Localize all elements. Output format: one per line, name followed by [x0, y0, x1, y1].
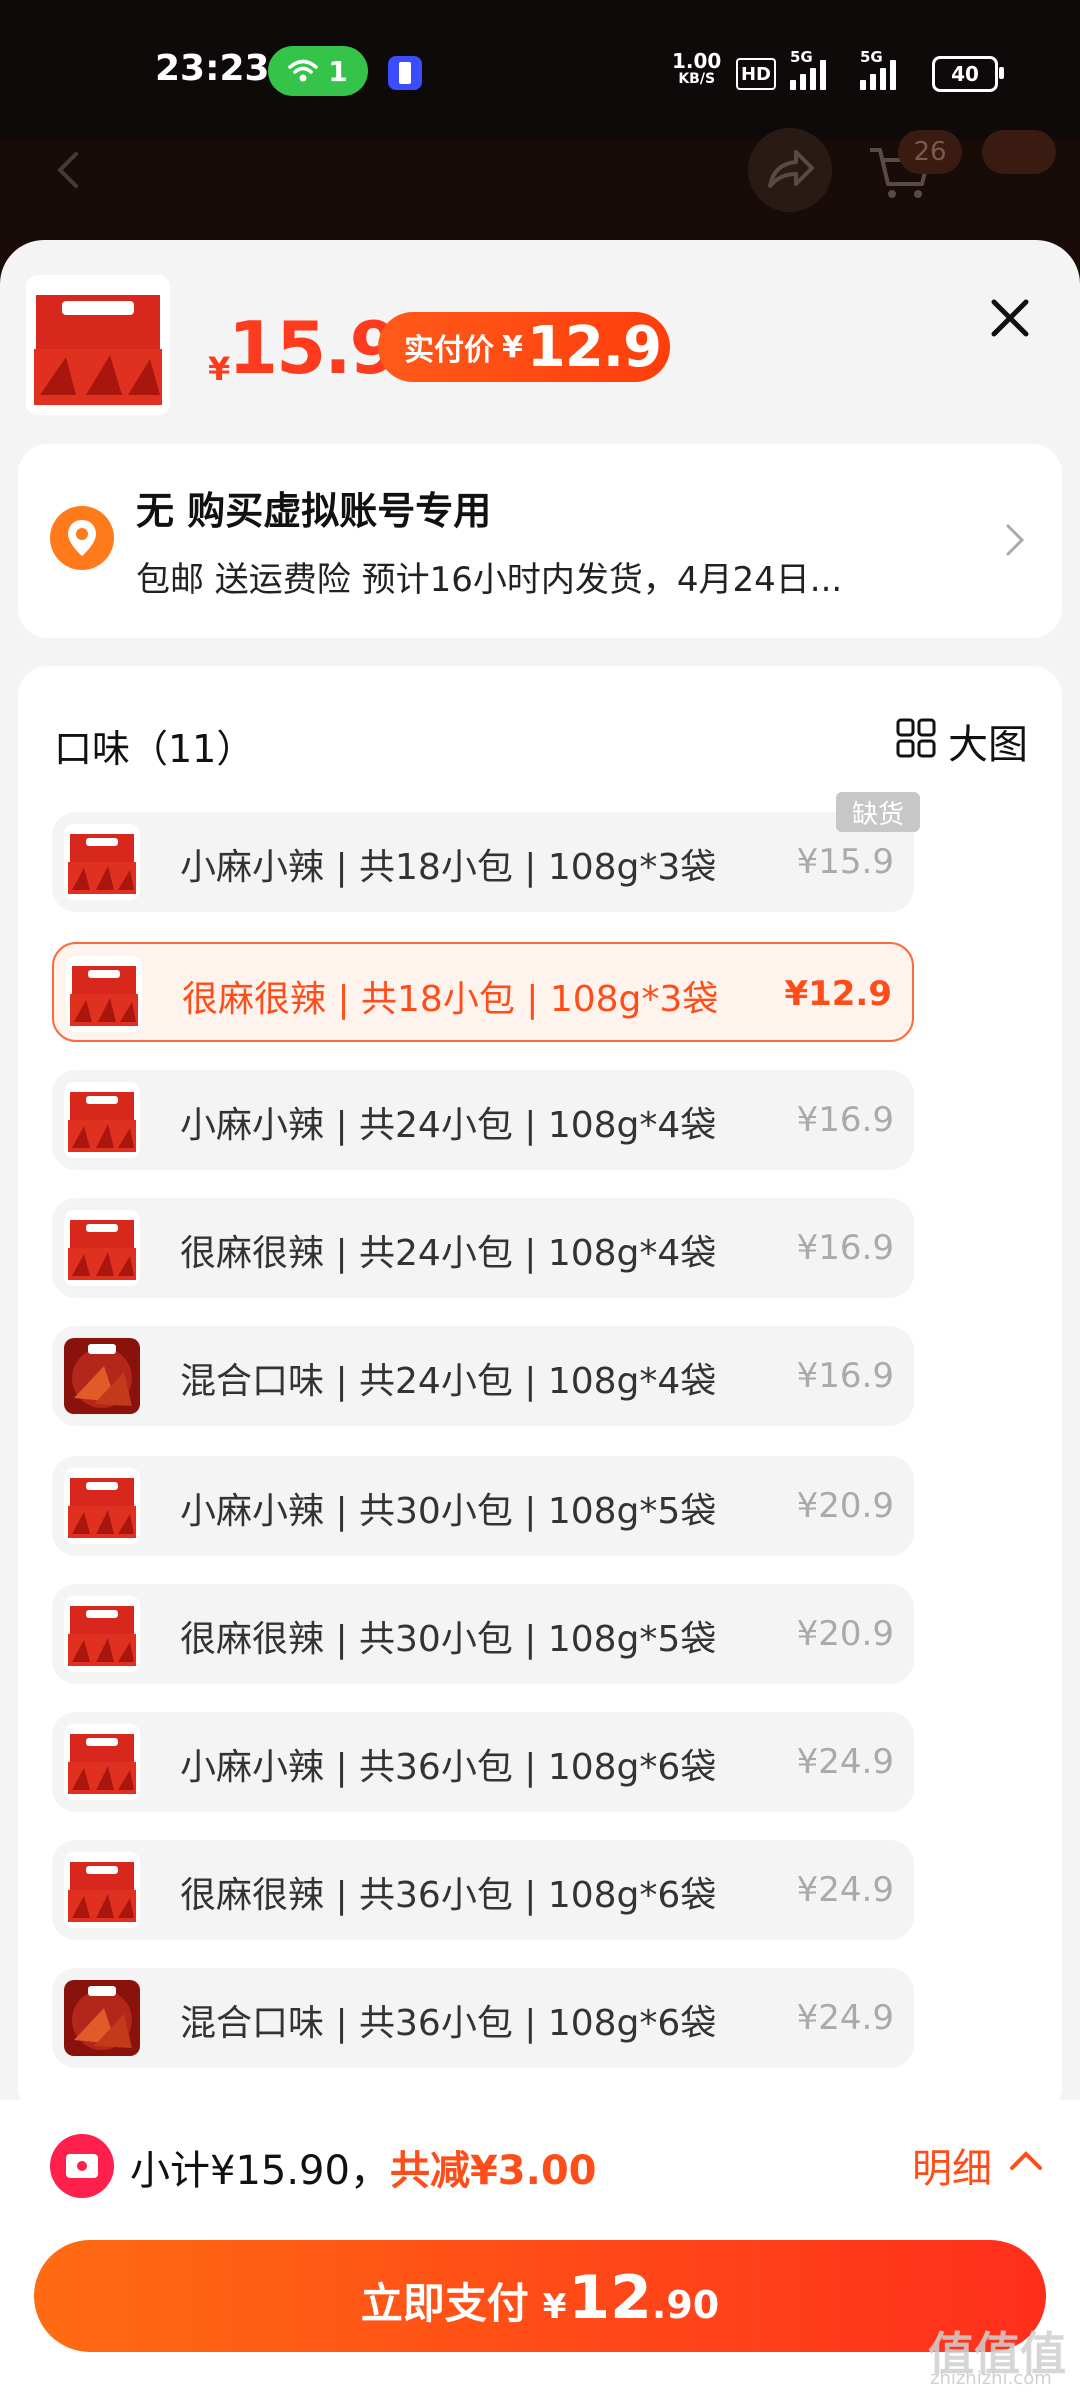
real-price-currency: ¥ — [502, 329, 523, 365]
network-speed: 1.00 KB/S — [672, 49, 722, 88]
option-price: ¥24.9 — [796, 1998, 894, 2038]
close-icon[interactable] — [986, 294, 1034, 342]
battery-icon: 40 — [932, 56, 1004, 92]
product-thumbnail[interactable] — [26, 275, 170, 415]
option-price: ¥16.9 — [796, 1356, 894, 1396]
option-thumbnail — [64, 1082, 140, 1158]
subtotal-amount: 小计¥15.90， — [130, 2148, 390, 2194]
back-arrow-icon[interactable] — [50, 150, 90, 190]
wifi-icon — [288, 59, 318, 82]
flavor-option[interactable]: 小麻小辣 | 共30小包 | 108g*5袋 ¥20.9 — [52, 1456, 914, 1556]
shipping-info: 包邮 送运费险 预计16小时内发货，4月24日... — [136, 560, 843, 600]
pay-label: 立即支付 — [360, 2279, 529, 2328]
out-of-stock-badge: 缺货 — [836, 792, 920, 832]
option-price: ¥16.9 — [796, 1100, 894, 1140]
option-name: 混合口味 | 共24小包 | 108g*4袋 — [180, 1361, 717, 1402]
signal-label-1: 5G — [790, 48, 813, 66]
flavor-option-selected[interactable]: 很麻很辣 | 共18小包 | 108g*3袋 ¥12.9 — [52, 942, 914, 1042]
hd-icon: HD — [736, 58, 776, 90]
option-thumbnail — [64, 1338, 140, 1414]
wifi-count: 1 — [328, 54, 348, 88]
signal-label-2: 5G — [860, 48, 883, 66]
real-price-label: 实付价 — [404, 333, 494, 368]
chevron-up-icon[interactable] — [1006, 2140, 1046, 2180]
coupon-icon — [50, 2134, 114, 2198]
chevron-right-icon[interactable] — [1000, 522, 1030, 558]
real-price-badge: 实付价 ¥ 12.9 — [378, 312, 670, 382]
option-price: ¥24.9 — [796, 1742, 894, 1782]
flavor-header: 口味（11） — [54, 727, 255, 771]
option-price: ¥24.9 — [796, 1870, 894, 1910]
more-icon[interactable] — [982, 130, 1056, 174]
flavor-option[interactable]: 很麻很辣 | 共36小包 | 108g*6袋 ¥24.9 — [52, 1840, 914, 1940]
option-price: ¥12.9 — [784, 974, 892, 1014]
option-price: ¥15.9 — [796, 842, 894, 882]
option-name: 小麻小辣 | 共24小包 | 108g*4袋 — [180, 1105, 717, 1146]
status-bar: 23:23 1 1.00 KB/S HD 5G 5G 40 — [0, 0, 1080, 140]
option-thumbnail — [64, 1980, 140, 2056]
price-currency: ¥ — [208, 350, 231, 388]
option-price: ¥20.9 — [796, 1614, 894, 1654]
flavor-option[interactable]: 小麻小辣 | 共36小包 | 108g*6袋 ¥24.9 — [52, 1712, 914, 1812]
pay-currency: ¥ — [542, 2287, 567, 2327]
option-name: 小麻小辣 | 共36小包 | 108g*6袋 — [180, 1747, 717, 1788]
big-view-toggle[interactable]: 大图 — [948, 712, 1028, 770]
address-title: 无 购买虚拟账号专用 — [136, 489, 492, 533]
option-thumbnail — [64, 1596, 140, 1672]
flavor-option[interactable]: 小麻小辣 | 共18小包 | 108g*3袋 ¥15.9 — [52, 812, 914, 912]
speed-value: 1.00 — [672, 49, 722, 73]
product-price: 15.9 — [228, 306, 400, 390]
detail-toggle[interactable]: 明细 — [912, 2136, 992, 2194]
flavor-option[interactable]: 混合口味 | 共36小包 | 108g*6袋 ¥24.9 — [52, 1968, 914, 2068]
status-time: 23:23 — [155, 48, 270, 89]
discount-amount: 共减¥3.00 — [389, 2148, 597, 2194]
share-icon[interactable] — [748, 128, 832, 212]
option-price: ¥20.9 — [796, 1486, 894, 1526]
option-name: 小麻小辣 | 共30小包 | 108g*5袋 — [180, 1491, 717, 1532]
option-name: 很麻很辣 | 共36小包 | 108g*6袋 — [180, 1875, 717, 1916]
flavor-option[interactable]: 混合口味 | 共24小包 | 108g*4袋 ¥16.9 — [52, 1326, 914, 1426]
address-card[interactable] — [18, 444, 1062, 638]
signal-icon-2: 5G — [860, 48, 896, 90]
option-thumbnail — [64, 1468, 140, 1544]
option-name: 混合口味 | 共36小包 | 108g*6袋 — [180, 2003, 717, 2044]
pay-amount-decimal: .90 — [651, 2283, 720, 2327]
watermark-url: zhizhizhi.com — [930, 2368, 1052, 2389]
pay-now-button[interactable]: 立即支付 ¥ 12 .90 — [34, 2240, 1046, 2352]
option-thumbnail — [64, 1724, 140, 1800]
option-thumbnail — [66, 956, 142, 1032]
flavor-option[interactable]: 很麻很辣 | 共24小包 | 108g*4袋 ¥16.9 — [52, 1198, 914, 1298]
cart-count-badge: 26 — [898, 130, 962, 174]
signal-icon-1: 5G — [790, 48, 826, 90]
location-pin-icon — [50, 506, 114, 570]
option-thumbnail — [64, 824, 140, 900]
option-name: 小麻小辣 | 共18小包 | 108g*3袋 — [180, 847, 717, 888]
option-thumbnail — [64, 1210, 140, 1286]
option-name: 很麻很辣 | 共30小包 | 108g*5袋 — [180, 1619, 717, 1660]
speed-unit: KB/S — [678, 71, 716, 87]
pay-amount-integer: 12 — [568, 2263, 652, 2333]
flavor-option[interactable]: 小麻小辣 | 共24小包 | 108g*4袋 ¥16.9 — [52, 1070, 914, 1170]
real-price-value: 12.9 — [526, 314, 662, 380]
flashlight-icon — [388, 56, 422, 90]
flavor-option[interactable]: 很麻很辣 | 共30小包 | 108g*5袋 ¥20.9 — [52, 1584, 914, 1684]
option-name: 很麻很辣 | 共18小包 | 108g*3袋 — [182, 979, 719, 1020]
option-name: 很麻很辣 | 共24小包 | 108g*4袋 — [180, 1233, 717, 1274]
option-price: ¥16.9 — [796, 1228, 894, 1268]
option-thumbnail — [64, 1852, 140, 1928]
subtotal-text: 小计¥15.90，共减¥3.00 — [130, 2138, 597, 2196]
wifi-indicator: 1 — [268, 46, 368, 96]
grid-view-icon[interactable] — [896, 718, 936, 758]
